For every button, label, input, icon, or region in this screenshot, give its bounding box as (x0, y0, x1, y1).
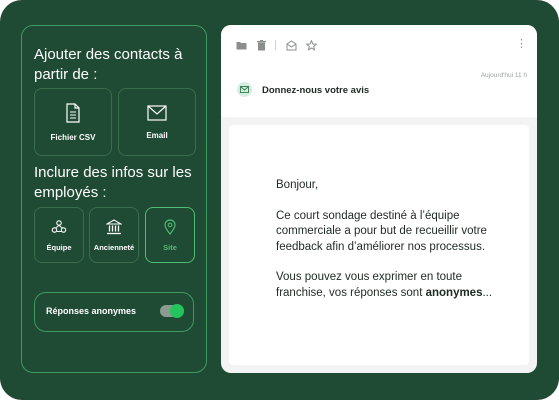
email-paragraph-1: Ce court sondage destiné à l’équipe comm… (276, 209, 487, 253)
anonymous-emphasis: anonymes (425, 286, 483, 299)
toolbar-divider (275, 40, 276, 50)
email-message: Bonjour, Ce court sondage destiné à l’éq… (276, 178, 496, 316)
folder-icon[interactable] (235, 39, 247, 51)
anonymous-responses-row: Réponses anonymes (34, 292, 194, 332)
anonymous-responses-toggle[interactable] (160, 304, 184, 318)
survey-settings-panel: Ajouter des contacts à partir de : Fichi… (21, 25, 207, 373)
email-source-button[interactable]: Email (118, 88, 196, 156)
building-icon (106, 218, 122, 234)
email-toolbar: ⋮ (221, 25, 537, 65)
seniority-option[interactable]: Ancienneté (89, 207, 139, 263)
csv-file-button[interactable]: Fichier CSV (34, 88, 112, 156)
email-source-label: Email (146, 130, 168, 140)
site-label: Site (163, 242, 177, 252)
email-paragraph-2: Vous pouvez vous exprimer en toute franc… (276, 270, 496, 301)
app-frame: Ajouter des contacts à partir de : Fichi… (0, 0, 559, 400)
document-icon (66, 102, 80, 123)
location-pin-icon (164, 218, 176, 235)
email-paragraph-2-end: ... (482, 286, 493, 299)
email-subject: Donnez-nous votre avis (262, 85, 370, 96)
envelope-icon (147, 104, 167, 121)
team-label: Équipe (46, 242, 72, 252)
anonymous-responses-label: Réponses anonymes (46, 306, 137, 316)
csv-file-label: Fichier CSV (50, 132, 96, 142)
more-icon[interactable]: ⋮ (516, 38, 527, 50)
email-preview: ⋮ Aujourd'hui 11 h Donnez-nous votre avi… (221, 25, 537, 373)
email-header: Aujourd'hui 11 h Donnez-nous votre avis (221, 65, 537, 117)
site-option[interactable]: Site (145, 207, 195, 263)
email-greeting: Bonjour, (276, 179, 319, 191)
contacts-heading: Ajouter des contacts à partir de : (34, 46, 183, 83)
email-body: Bonjour, Ce court sondage destiné à l’éq… (229, 125, 529, 365)
team-option[interactable]: Équipe (34, 207, 84, 263)
archive-icon[interactable] (285, 39, 297, 51)
toggle-knob (170, 304, 184, 318)
team-icon (51, 219, 67, 233)
email-timestamp: Aujourd'hui 11 h (480, 72, 527, 79)
seniority-label: Ancienneté (93, 242, 135, 252)
employees-heading: Inclure des infos sur les employés : (34, 164, 192, 201)
mail-avatar-icon (237, 82, 252, 97)
star-icon[interactable] (305, 39, 317, 51)
trash-icon[interactable] (255, 39, 267, 51)
